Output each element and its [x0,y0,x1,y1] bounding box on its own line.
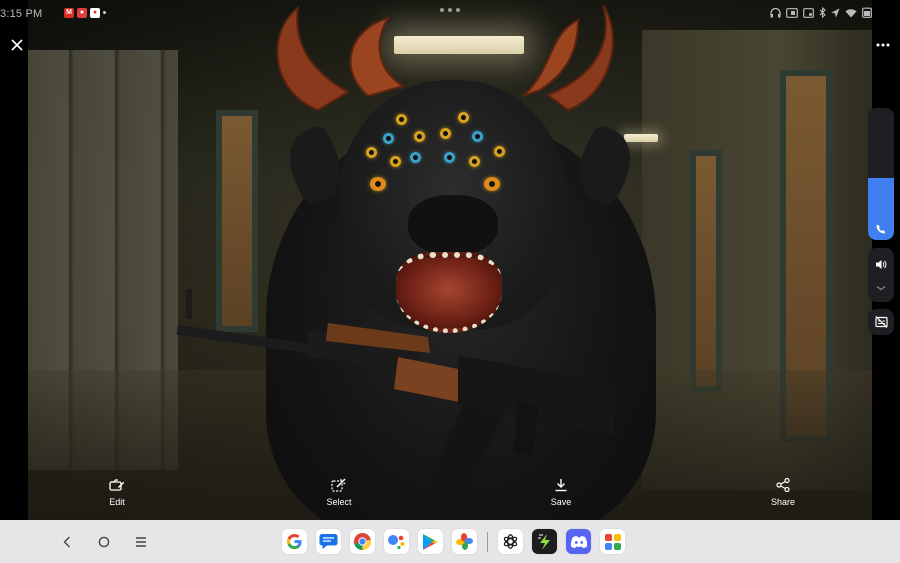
more-options-icon [876,43,890,47]
location-icon [831,8,840,17]
home-button[interactable] [93,531,115,553]
bolt-app[interactable] [532,529,557,554]
live-caption-button[interactable] [868,309,894,335]
back-icon [63,536,70,548]
headset-icon [770,7,781,17]
google-app[interactable] [282,529,307,554]
edit-icon [109,479,124,491]
sound-mode-control[interactable] [868,248,894,302]
home-icon [98,536,110,548]
volume-panel [868,108,894,335]
cast-icon [786,7,798,18]
status-bar: 3:15 PM M ● ● [0,0,900,26]
volume-slider[interactable] [868,108,894,240]
save-button[interactable]: Save [521,478,601,507]
hallway-door [690,150,722,392]
creature-eye [484,177,500,191]
close-icon [11,39,23,51]
creature-eye [469,156,480,167]
taskbar [0,520,900,563]
edit-button[interactable]: Edit [77,478,157,507]
photos-app[interactable] [452,529,477,554]
messages-app[interactable] [316,529,341,554]
more-notifications-dot [103,11,106,14]
gmail-icon: M [64,8,74,18]
creature-eye [444,152,455,163]
live-caption-off-icon [874,316,888,328]
more-options-button[interactable] [872,34,894,56]
back-button[interactable] [56,531,78,553]
app-grid-app[interactable] [600,529,625,554]
discord-icon [570,535,587,548]
select-label: Select [326,497,352,507]
share-icon [776,478,790,492]
creature-eye [458,112,469,123]
notification-icons: M ● ● [64,8,106,18]
play-store-app[interactable] [418,529,443,554]
share-button[interactable]: Share [743,478,823,507]
creature-snout [408,195,498,255]
save-label: Save [550,497,572,507]
photos-icon [455,532,474,551]
phone-icon [876,224,886,234]
edit-label: Edit [109,497,125,507]
google-icon [286,533,302,550]
share-label: Share [770,497,796,507]
creature-eye [396,114,407,125]
creature-eye [440,128,451,139]
photo-viewer-image[interactable] [28,0,872,520]
creature-eye [410,152,421,163]
screen: 3:15 PM M ● ● Edit Select Save Share [0,0,900,563]
dock-divider [487,531,488,552]
download-icon [555,479,567,492]
chrome-icon [353,532,372,551]
play-store-icon [423,533,438,550]
recents-button[interactable] [130,531,152,553]
chatgpt-icon [503,534,518,549]
discord-app[interactable] [566,529,591,554]
chevron-down-icon[interactable] [876,285,886,291]
creature-eye [494,146,505,157]
app-dock [282,529,625,554]
system-icons [770,7,872,18]
creature-eye [383,133,394,144]
screenshot-icon [803,7,814,18]
creature-eye [366,147,377,158]
app-notification-icon: ● [77,8,87,18]
chatgpt-app[interactable] [498,529,523,554]
status-time: 3:15 PM [0,8,43,20]
creature-eye [472,131,483,142]
chrome-app[interactable] [350,529,375,554]
wifi-icon [845,8,857,17]
app-notification-icon-2: ● [90,8,100,18]
select-magic-icon [331,478,346,492]
battery-icon [862,7,872,18]
creature-eye [414,131,425,142]
creature-eye [390,156,401,167]
handle-dot [456,8,460,12]
speaker-icon[interactable] [875,259,887,270]
close-button[interactable] [6,34,28,56]
messages-icon [319,534,338,549]
recents-icon [136,537,146,547]
app-grid-icon [604,533,621,550]
assistant-icon [388,535,405,550]
bolt-icon [537,533,550,550]
assistant-app[interactable] [384,529,409,554]
bluetooth-icon [819,7,826,18]
window-handle[interactable] [440,8,460,12]
select-button[interactable]: Select [299,478,379,507]
creature-eye [370,177,386,191]
photo-action-bar: Edit Select Save Share [0,478,900,520]
volume-stream-indicator [868,224,894,234]
handle-dot [440,8,444,12]
handle-dot [448,8,452,12]
